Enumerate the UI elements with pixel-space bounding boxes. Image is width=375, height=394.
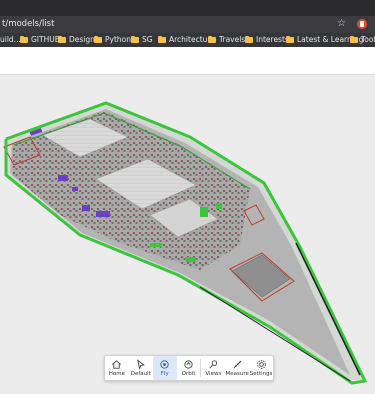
bookmark-folder-design[interactable]: Design: [58, 35, 95, 45]
views-tool-button[interactable]: Views: [201, 356, 225, 380]
bookmark-folder-github[interactable]: GITHUB: [20, 35, 60, 45]
bookmark-folder-python[interactable]: Python: [94, 35, 131, 45]
home-tool-button[interactable]: Home: [105, 356, 129, 380]
extension-icon[interactable]: [357, 19, 367, 29]
toolbar-label: Fly: [160, 370, 169, 377]
folder-icon: [350, 36, 358, 43]
toolbar-label: Home: [108, 370, 126, 377]
folder-icon: [94, 36, 102, 43]
folder-icon: [58, 36, 66, 43]
bookmark-label: Interests: [256, 35, 289, 44]
folder-icon: [286, 36, 294, 43]
bookmark-item[interactable]: uild...: [0, 35, 21, 45]
purple-element-4: [96, 211, 110, 217]
bookmark-label: Travels: [219, 35, 246, 44]
orbit-tool-button[interactable]: Orbit: [177, 356, 201, 380]
toolbar-label: Default: [130, 370, 151, 377]
toolbar-label: Settings: [249, 370, 273, 377]
measure-tool-button[interactable]: Measure: [225, 356, 249, 380]
green-detail-3: [186, 257, 196, 262]
green-detail-1: [200, 207, 208, 217]
settings-tool-button[interactable]: Settings: [249, 356, 273, 380]
settings-icon: [256, 359, 266, 369]
bookmark-label: Tools: [361, 35, 375, 44]
bookmarks-bar: uild... GITHUB Design Python SG Architec…: [0, 33, 375, 47]
3d-model-viewer[interactable]: Home Default Fly Orbit Views Measure Set…: [0, 75, 375, 394]
green-detail-2: [216, 203, 222, 209]
bookmark-folder-architecture[interactable]: Architecture: [158, 35, 215, 45]
purple-element-5: [72, 187, 78, 191]
views-icon: [209, 359, 218, 368]
bookmark-label: Python: [105, 35, 131, 44]
purple-element-2: [58, 175, 68, 181]
folder-icon: [20, 36, 28, 43]
toolbar-label: Orbit: [181, 370, 196, 377]
bookmark-star-icon[interactable]: ☆: [337, 18, 346, 30]
viewer-toolbar: Home Default Fly Orbit Views Measure Set…: [104, 355, 274, 381]
building-model-render[interactable]: [0, 75, 375, 394]
folder-icon: [158, 36, 166, 43]
address-bar[interactable]: t/models/list ☆: [0, 16, 375, 33]
fly-icon: [160, 359, 169, 369]
bookmark-label: SG: [142, 35, 153, 44]
bookmark-label: uild...: [0, 35, 21, 44]
home-icon: [112, 359, 122, 369]
bookmark-label: GITHUB: [31, 35, 60, 44]
folder-icon: [208, 36, 216, 43]
fly-tool-button[interactable]: Fly: [152, 356, 177, 380]
browser-tab-strip: [0, 0, 375, 16]
orbit-icon: [184, 359, 193, 369]
folder-icon: [131, 36, 139, 43]
measure-icon: [233, 360, 242, 368]
toolbar-label: Views: [205, 370, 222, 377]
bookmark-folder-sg[interactable]: SG: [131, 35, 153, 45]
toolbar-label: Measure: [225, 370, 249, 377]
default-tool-button[interactable]: Default: [129, 356, 153, 380]
bookmark-folder-interests[interactable]: Interests: [245, 35, 289, 45]
folder-icon: [245, 36, 253, 43]
url-text[interactable]: t/models/list: [2, 19, 54, 30]
green-detail-4: [150, 243, 162, 247]
app-header: [0, 47, 375, 75]
bookmark-label: Design: [69, 35, 95, 44]
purple-element-3: [82, 205, 90, 211]
bookmark-folder-travels[interactable]: Travels: [208, 35, 245, 45]
bookmark-folder-tools[interactable]: Tools: [350, 35, 375, 45]
cursor-icon: [137, 358, 146, 370]
